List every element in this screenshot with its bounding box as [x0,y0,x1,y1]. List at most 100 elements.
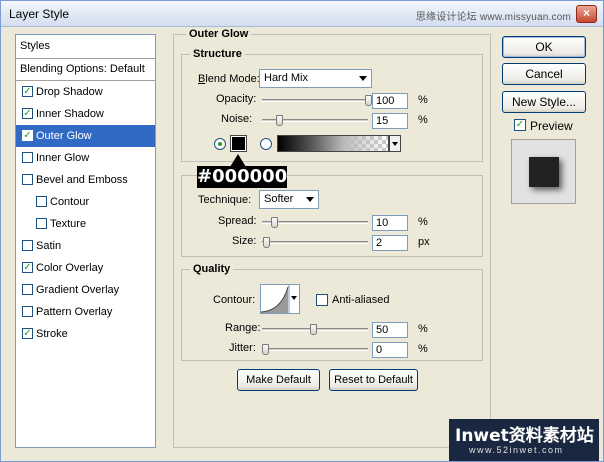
style-item-gradient-overlay[interactable]: Gradient Overlay [16,279,155,301]
opacity-input[interactable]: 100 [372,93,408,109]
range-input[interactable]: 50 [372,322,408,338]
range-slider-thumb[interactable] [310,324,317,335]
checkmark-icon: ✓ [515,119,525,130]
technique-select[interactable]: Softer [259,190,319,209]
close-icon: × [582,6,590,20]
style-item-texture[interactable]: Texture [16,213,155,235]
style-item-label: Contour [50,196,90,208]
opacity-slider-thumb[interactable] [365,95,372,106]
style-checkbox[interactable] [22,152,33,163]
quality-title: Quality [190,263,234,275]
style-item-label: Pattern Overlay [36,306,113,318]
style-checkbox[interactable] [22,240,33,251]
spread-slider-thumb[interactable] [271,217,278,228]
ok-button[interactable]: OK [502,36,586,58]
style-item-satin[interactable]: Satin [16,235,155,257]
style-item-label: Inner Glow [36,152,90,164]
gradient-dropdown-button[interactable] [389,135,401,152]
technique-value: Softer [264,193,294,205]
preview-label: Preview [530,119,573,133]
anti-aliased-checkbox[interactable] [316,294,328,306]
make-default-button[interactable]: Make Default [237,369,320,391]
contour-curve-icon [260,285,299,313]
jitter-input[interactable]: 0 [372,342,408,358]
noise-unit: % [418,114,428,126]
style-checkbox[interactable]: ✓ [22,86,33,97]
new-style-button[interactable]: New Style... [502,91,586,113]
noise-label: Noise: [221,113,253,125]
opacity-slider-track[interactable] [262,99,368,102]
technique-label: Technique: [198,194,252,206]
style-checkbox[interactable] [36,218,47,229]
opacity-label: Opacity: [216,93,257,105]
style-checkbox[interactable] [22,306,33,317]
title-bar[interactable]: Layer Style 思缘设计论坛 www.missyuan.com × [1,1,603,27]
watermark-url: www.52inwet.com [469,445,564,455]
size-input[interactable]: 2 [372,235,408,251]
size-unit: px [418,236,430,248]
size-slider-thumb[interactable] [263,237,270,248]
style-item-label: Gradient Overlay [36,284,120,296]
style-item-label: Satin [36,240,62,252]
style-item-inner-shadow[interactable]: ✓ Inner Shadow [16,103,155,125]
style-item-pattern-overlay[interactable]: Pattern Overlay [16,301,155,323]
reset-to-default-button[interactable]: Reset to Default [329,369,418,391]
watermark-top: 思缘设计论坛 www.missyuan.com [415,12,571,23]
glow-gradient-picker[interactable] [277,135,389,152]
size-label: Size: [232,235,257,247]
glow-color-swatch[interactable] [230,135,247,152]
opacity-unit: % [418,94,428,106]
style-checkbox[interactable] [36,196,47,207]
size-slider-track[interactable] [262,241,368,244]
style-checkbox[interactable]: ✓ [22,262,33,273]
style-item-label: Inner Shadow [36,108,104,120]
noise-input[interactable]: 15 [372,113,408,129]
style-checkbox[interactable] [22,174,33,185]
watermark-bottom: Inwet资料素材站 www.52inwet.com [449,419,599,461]
style-item-label: Bevel and Emboss [36,174,128,186]
style-item-outer-glow[interactable]: ✓ Outer Glow [16,125,155,147]
style-item-drop-shadow[interactable]: ✓ Drop Shadow [16,81,155,103]
jitter-label: Jitter: [229,342,256,354]
preview-thumbnail [529,157,559,187]
jitter-unit: % [418,343,428,355]
style-item-label: Drop Shadow [36,86,103,98]
cancel-button[interactable]: Cancel [502,63,586,85]
blending-options-item[interactable]: Blending Options: Default [16,59,155,81]
watermark-main: Inwet资料素材站 [455,426,594,446]
style-preview [511,139,576,204]
layer-style-dialog: Layer Style 思缘设计论坛 www.missyuan.com × St… [0,0,604,462]
contour-label: Contour: [213,294,256,306]
style-checkbox[interactable]: ✓ [22,328,33,339]
range-label: Range: [225,322,261,334]
preview-checkbox[interactable]: ✓ [514,119,526,131]
close-button[interactable]: × [576,5,597,23]
quality-fieldset: Quality Contour: Anti-aliased Range: 50 … [181,263,483,361]
style-item-stroke[interactable]: ✓ Stroke [16,323,155,345]
structure-title: Structure [190,48,245,60]
chevron-down-icon [359,76,367,81]
chevron-down-icon [306,197,314,202]
spread-unit: % [418,216,428,228]
styles-header[interactable]: Styles [16,35,155,59]
style-item-color-overlay[interactable]: ✓ Color Overlay [16,257,155,279]
contour-picker[interactable] [260,284,300,314]
jitter-slider-track[interactable] [262,348,368,351]
spread-input[interactable]: 10 [372,215,408,231]
outer-glow-title: Outer Glow [186,28,252,40]
blend-mode-select[interactable]: Hard Mix [259,69,372,88]
style-checkbox[interactable]: ✓ [22,108,33,119]
style-item-bevel-and-emboss[interactable]: Bevel and Emboss [16,169,155,191]
gradient-radio[interactable] [260,138,272,150]
color-callout: #000000 [197,166,288,188]
style-item-inner-glow[interactable]: Inner Glow [16,147,155,169]
noise-slider-thumb[interactable] [276,115,283,126]
style-checkbox[interactable]: ✓ [22,130,33,141]
jitter-slider-thumb[interactable] [262,344,269,355]
style-item-contour[interactable]: Contour [16,191,155,213]
solid-color-radio[interactable] [214,138,226,150]
style-item-label: Texture [50,218,87,230]
style-checkbox[interactable] [22,284,33,295]
style-items: ✓ Drop Shadow ✓ Inner Shadow ✓ Outer Glow Inne… [16,81,155,345]
style-item-label: Color Overlay [36,262,104,274]
